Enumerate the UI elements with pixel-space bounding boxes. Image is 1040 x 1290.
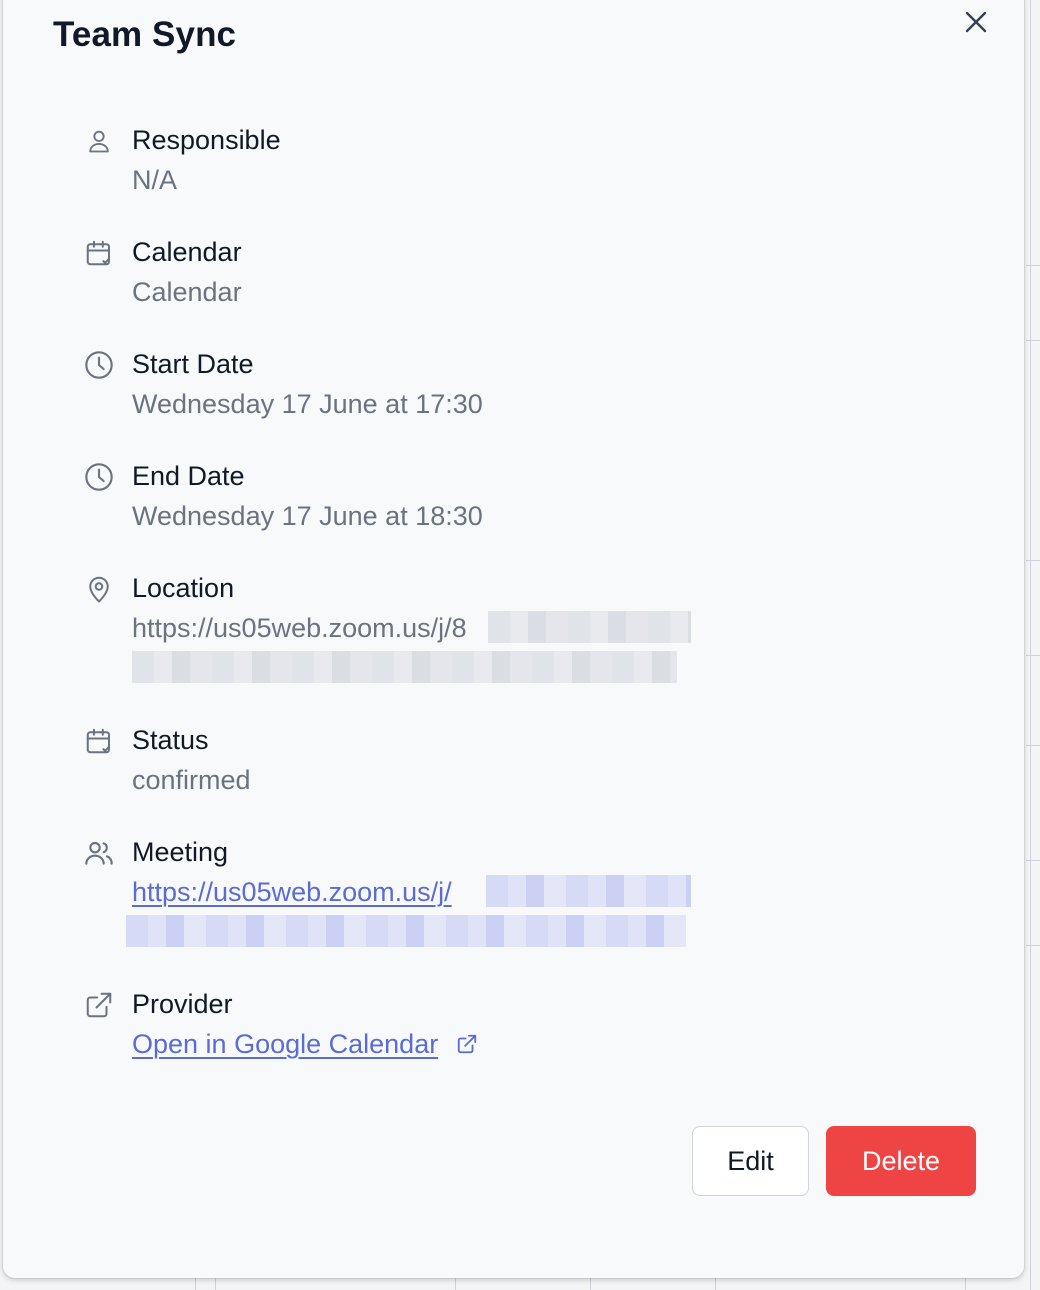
start-date-value: Wednesday 17 June at 17:30 <box>132 389 483 419</box>
calendar-check-icon <box>83 237 115 269</box>
responsible-label: Responsible <box>132 125 281 155</box>
clock-icon <box>83 461 115 493</box>
calendar-value: Calendar <box>132 277 242 307</box>
redacted-link[interactable] <box>486 875 691 907</box>
provider-label: Provider <box>132 989 233 1019</box>
location-value: https://us05web.zoom.us/j/8 <box>132 613 467 643</box>
start-date-label: Start Date <box>132 349 254 379</box>
edit-button[interactable]: Edit <box>692 1126 809 1196</box>
close-icon <box>965 11 987 33</box>
meeting-link[interactable]: https://us05web.zoom.us/j/ <box>132 875 452 909</box>
clock-icon <box>83 349 115 381</box>
location-label: Location <box>132 573 235 603</box>
end-date-value: Wednesday 17 June at 18:30 <box>132 501 483 531</box>
redacted-text <box>488 611 691 643</box>
status-value: confirmed <box>132 765 251 795</box>
calendar-label: Calendar <box>132 237 242 267</box>
modal-title: Team Sync <box>53 15 237 54</box>
delete-button[interactable]: Delete <box>826 1126 976 1196</box>
provider-link-wrapper[interactable]: Open in Google Calendar <box>132 1027 478 1063</box>
map-pin-icon <box>83 573 115 605</box>
external-link-icon <box>456 1029 478 1063</box>
external-link-icon <box>83 989 115 1021</box>
status-label: Status <box>132 725 209 755</box>
calendar-check-icon <box>83 725 115 757</box>
close-button[interactable] <box>958 4 994 40</box>
redacted-link[interactable] <box>126 915 686 947</box>
end-date-label: End Date <box>132 461 245 491</box>
meeting-label: Meeting <box>132 837 229 867</box>
responsible-value: N/A <box>132 165 178 195</box>
redacted-text <box>132 651 677 683</box>
open-in-google-calendar-link[interactable]: Open in Google Calendar <box>132 1029 438 1059</box>
event-details-modal: Team Sync Responsible N/A Calendar Calen… <box>3 0 1024 1278</box>
users-icon <box>83 837 115 869</box>
user-icon <box>83 125 115 157</box>
